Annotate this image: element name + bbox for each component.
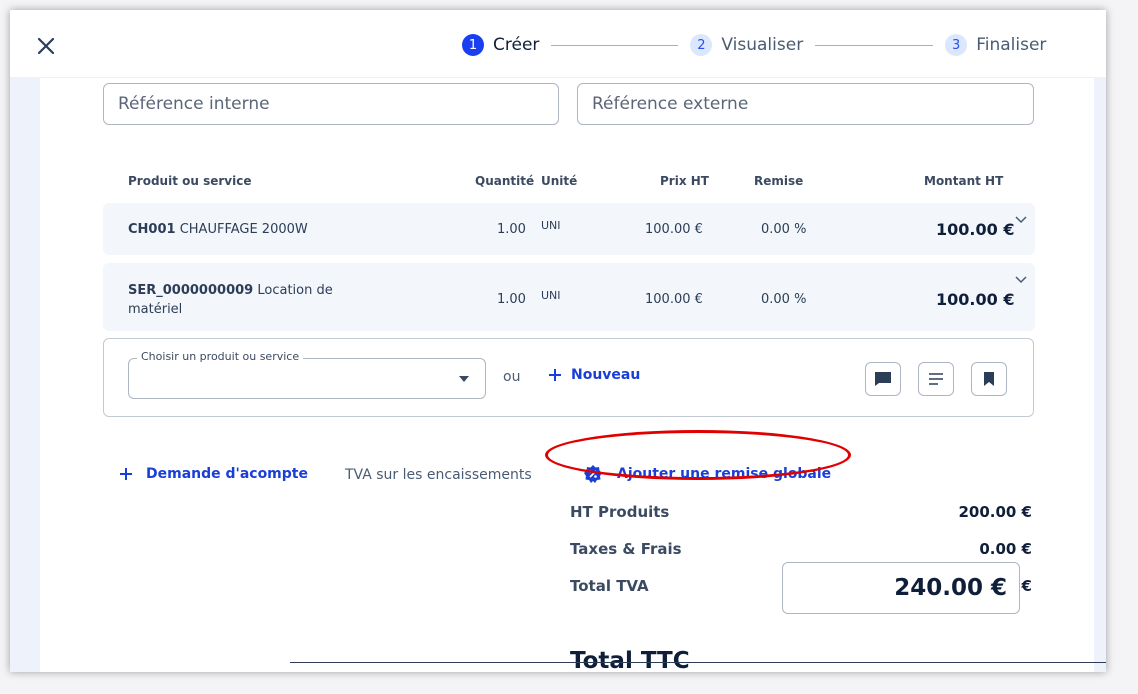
discount-cell: 0.00 % [761, 292, 807, 307]
table-row[interactable]: SER_0000000009 Location de matériel 1.00… [103, 263, 1035, 331]
price-cell: 100.00 € [645, 292, 703, 307]
plus-icon [120, 468, 132, 480]
new-product-label: Nouveau [571, 367, 641, 383]
taxes-fees-label: Taxes & Frais [570, 540, 682, 558]
amount-cell: 100.00 € [936, 290, 1015, 309]
text-lines-icon [929, 373, 943, 385]
global-discount-label: Ajouter une remise globale [617, 466, 832, 482]
external-reference-placeholder: Référence externe [592, 94, 749, 114]
right-gutter [1094, 78, 1106, 672]
bookmark-icon [984, 372, 994, 386]
new-product-button[interactable]: Nouveau [549, 367, 640, 383]
screenshot-frame: 1 Créer 2 Visualiser 3 Finaliser Référen… [0, 0, 1138, 694]
header-discount: Remise [754, 174, 804, 188]
amount-cell: 100.00 € [936, 220, 1015, 239]
text-line-button[interactable] [918, 362, 954, 396]
product-code: CH001 [128, 222, 176, 237]
product-picker: Choisir un produit ou service ou Nouveau [103, 338, 1034, 417]
close-icon [37, 37, 55, 55]
stepper: 1 Créer 2 Visualiser 3 Finaliser [462, 34, 1046, 56]
unit-cell: UNI [541, 219, 561, 232]
step-number: 3 [945, 34, 968, 56]
product-cell: SER_0000000009 Location de matériel [128, 281, 388, 319]
ht-products-value: 200.00 € [958, 503, 1032, 521]
ht-products-label: HT Produits [570, 503, 670, 521]
quantity-cell: 1.00 [497, 222, 526, 237]
comment-icon [875, 372, 891, 386]
product-select[interactable]: Choisir un produit ou service [128, 350, 486, 399]
step-connector [551, 44, 679, 46]
global-discount-button[interactable]: Ajouter une remise globale [583, 464, 831, 484]
header-quantity: Quantité [475, 174, 535, 188]
step-connector [815, 44, 934, 46]
close-button[interactable] [34, 34, 58, 58]
step-number: 2 [690, 34, 713, 56]
table-row[interactable]: CH001 CHAUFFAGE 2000W 1.00 UNI 100.00 € … [103, 203, 1035, 255]
product-select-label: Choisir un produit ou service [137, 350, 304, 363]
header-price: Prix HT [660, 174, 709, 188]
external-reference-input[interactable]: Référence externe [577, 83, 1034, 125]
step-label: Visualiser [721, 35, 804, 55]
internal-reference-input[interactable]: Référence interne [103, 83, 559, 125]
product-name-line2: matériel [128, 302, 183, 317]
price-cell: 100.00 € [645, 222, 703, 237]
top-bar: 1 Créer 2 Visualiser 3 Finaliser [10, 10, 1106, 78]
step-number: 1 [462, 34, 484, 56]
deposit-request-label: Demande d'acompte [146, 466, 308, 482]
plus-icon [549, 369, 561, 381]
step-label: Finaliser [976, 35, 1047, 55]
product-name: Location de [257, 283, 333, 298]
total-ttc-label: Total TTC [570, 648, 690, 672]
discount-cell: 0.00 % [761, 222, 807, 237]
product-code: SER_0000000009 [128, 283, 254, 298]
total-ttc-value: 240.00 € [894, 575, 1007, 601]
or-text: ou [503, 369, 521, 385]
product-cell: CH001 CHAUFFAGE 2000W [128, 222, 308, 237]
header-product: Produit ou service [128, 174, 252, 188]
deposit-request-button[interactable]: Demande d'acompte [120, 466, 308, 482]
internal-reference-placeholder: Référence interne [118, 94, 270, 114]
caret-down-icon [459, 376, 469, 382]
step-create[interactable]: 1 Créer [462, 34, 539, 56]
step-label: Créer [493, 35, 540, 55]
unit-cell: UNI [541, 289, 561, 302]
left-gutter [10, 78, 40, 672]
taxes-fees-value: 0.00 € [979, 540, 1032, 558]
discount-badge-icon [584, 465, 602, 483]
invoice-editor-window: 1 Créer 2 Visualiser 3 Finaliser Référen… [10, 10, 1106, 672]
comment-button[interactable] [865, 362, 901, 396]
product-name: CHAUFFAGE 2000W [179, 222, 308, 237]
total-ttc-box: 240.00 € [782, 562, 1020, 614]
chevron-down-icon[interactable] [1015, 276, 1027, 284]
step-finalize[interactable]: 3 Finaliser [945, 34, 1046, 56]
header-unit: Unité [541, 174, 578, 188]
step-preview[interactable]: 2 Visualiser [690, 34, 803, 56]
vat-on-receipts-text[interactable]: TVA sur les encaissements [345, 467, 532, 483]
total-vat-label: Total TVA [570, 577, 649, 595]
bookmark-button[interactable] [971, 362, 1007, 396]
header-amount: Montant HT [924, 174, 1004, 188]
bottom-divider [290, 662, 1106, 663]
quantity-cell: 1.00 [497, 292, 526, 307]
chevron-down-icon[interactable] [1015, 216, 1027, 224]
